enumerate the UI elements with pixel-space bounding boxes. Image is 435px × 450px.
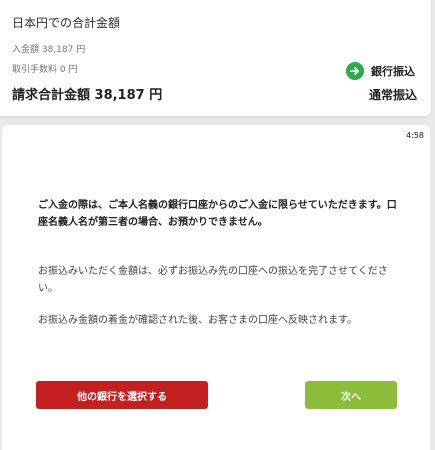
bank-transfer-label: 銀行振込 <box>371 65 415 78</box>
notice-transfer-amount: お振込みいただく金額は、必ずお振込み先の口座への振込を完了させてください。 <box>38 266 388 294</box>
arrow-right-circle-icon <box>346 62 364 80</box>
bank-transfer-option[interactable]: 銀行振込 <box>346 62 415 80</box>
transaction-fee: 取引手数料 0 円 <box>12 65 78 75</box>
normal-transfer-label: 通常振込 <box>368 88 417 102</box>
notice-account-holder: ご入金の際は、ご本人名義の銀行口座からのご入金に限らせていただきます。口座名義人… <box>38 200 397 228</box>
total-amount: 請求合計金額 38,187 円 <box>12 88 163 103</box>
deposit-amount: 入金額 38,187 円 <box>12 45 86 55</box>
countdown-timer: 4:58 <box>406 131 424 140</box>
summary-heading: 日本円での合計金額 <box>12 16 121 30</box>
payment-summary-card: 日本円での合計金額 入金額 38,187 円 取引手数料 0 円 請求合計金額 … <box>0 0 431 116</box>
notice-reflection: お振込み金額の着金が確認された後、お客さまの口座へ反映されます。 <box>38 315 357 326</box>
select-other-bank-button[interactable]: 他の銀行を選択する <box>36 381 208 409</box>
deposit-notice-dialog: 4:58 ご入金の際は、ご本人名義の銀行口座からのご入金に限らせていただきます。… <box>2 125 430 450</box>
next-button[interactable]: 次へ <box>305 381 397 409</box>
